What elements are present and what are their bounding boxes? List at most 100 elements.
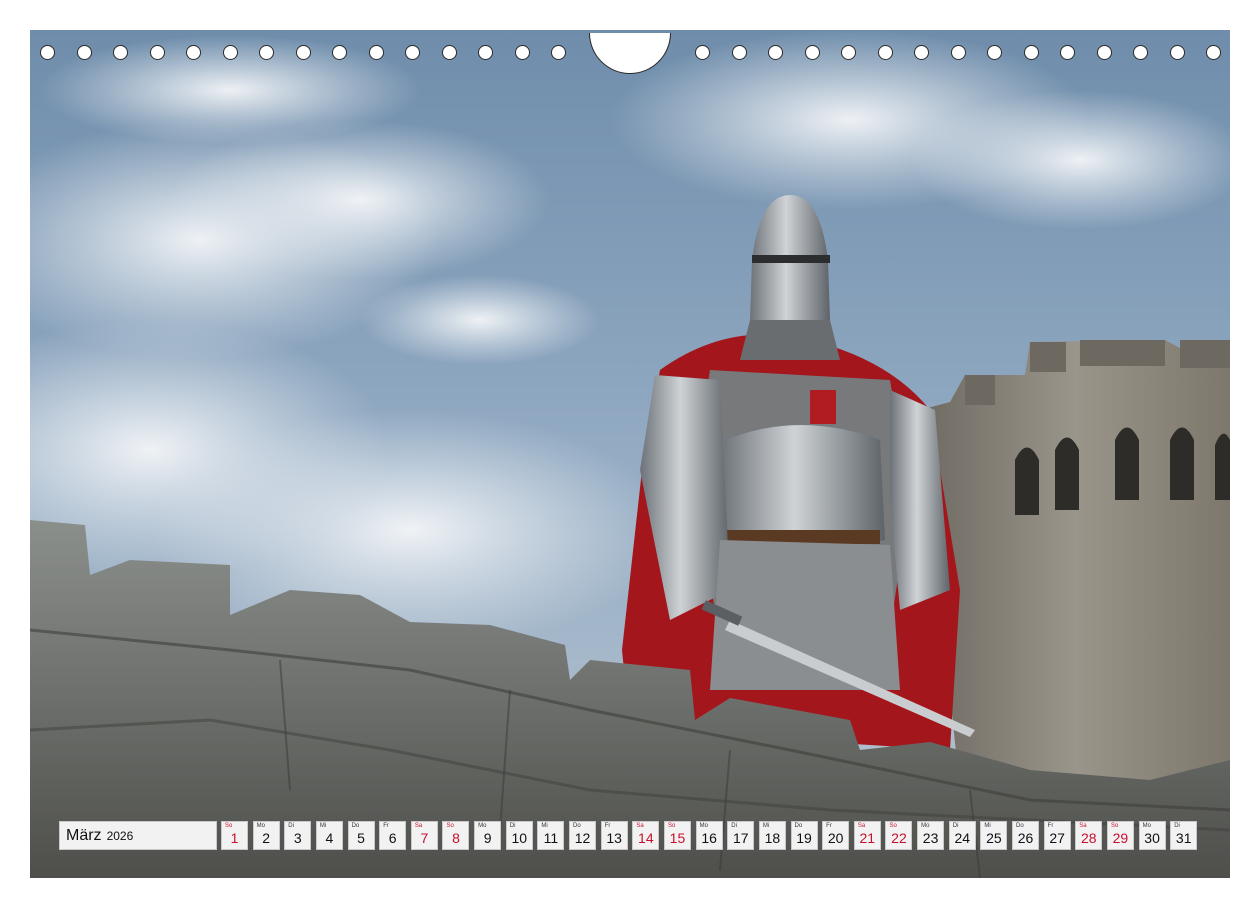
- day-number: 10: [511, 830, 528, 846]
- weekday-abbrev: Di: [509, 823, 516, 829]
- day-number: 24: [954, 830, 971, 846]
- weekday-abbrev: Fr: [826, 823, 832, 829]
- hanger-cutout: [589, 33, 671, 74]
- binding-hole: [1096, 45, 1112, 60]
- weekday-abbrev: Mo: [699, 823, 708, 829]
- weekday-abbrev: Fr: [1047, 823, 1054, 829]
- binding-hole: [987, 45, 1002, 60]
- weekday-abbrev: Sa: [1079, 823, 1087, 829]
- weekday-abbrev: Di: [288, 823, 294, 829]
- binding-hole: [1060, 45, 1075, 60]
- day-cell: Do 19: [790, 821, 818, 850]
- day-cell: Mo 2: [252, 821, 280, 850]
- day-cell: So 29: [1106, 821, 1134, 850]
- day-cell: Fr 6: [379, 821, 407, 850]
- weekday-abbrev: Mo: [1142, 823, 1151, 829]
- day-number: 21: [859, 830, 876, 846]
- binding-hole: [841, 45, 856, 60]
- day-cell: Fr 20: [822, 821, 850, 850]
- day-cell: Fr 27: [1043, 821, 1071, 850]
- day-cell: Mo 9: [474, 821, 502, 850]
- month-year: 2026: [106, 828, 134, 843]
- weekday-abbrev: Mi: [984, 823, 991, 829]
- day-cell: Sa 21: [853, 821, 881, 850]
- binding-hole: [551, 45, 566, 60]
- weekday-abbrev: Fr: [604, 823, 611, 829]
- day-number: 29: [1112, 830, 1129, 846]
- weekday-abbrev: Mi: [541, 823, 548, 829]
- day-cell: Mo 16: [695, 821, 723, 850]
- binding-hole: [405, 45, 420, 60]
- day-cell: Mo 30: [1138, 821, 1166, 850]
- weekday-abbrev: Do: [1016, 823, 1024, 829]
- weekday-abbrev: So: [1110, 823, 1119, 829]
- binding-hole: [295, 45, 311, 60]
- binding-hole: [950, 45, 966, 60]
- day-number: 14: [638, 830, 654, 846]
- weekday-abbrev: Di: [731, 823, 737, 829]
- binding-hole: [149, 45, 165, 60]
- day-number: 5: [357, 830, 365, 846]
- weekday-abbrev: Mo: [478, 823, 487, 829]
- day-cell: Sa 28: [1075, 821, 1103, 850]
- day-cell: Di 24: [948, 821, 976, 850]
- day-number: 26: [1017, 830, 1034, 846]
- binding-hole: [1133, 45, 1148, 60]
- day-cell: Di 3: [284, 821, 312, 850]
- binding-hole: [914, 45, 929, 60]
- weekday-abbrev: So: [889, 823, 897, 829]
- day-cell: Do 26: [1012, 821, 1040, 850]
- binding-hole: [1206, 45, 1221, 60]
- day-number: 28: [1081, 830, 1097, 846]
- weekday-abbrev: Mo: [256, 823, 265, 829]
- day-cell: Do 12: [569, 821, 597, 850]
- day-number: 17: [732, 830, 749, 846]
- weekday-abbrev: Mi: [319, 823, 327, 829]
- weekday-abbrev: So: [225, 823, 233, 829]
- binding-hole: [768, 45, 783, 60]
- binding-hole: [1023, 45, 1039, 60]
- binding-hole: [478, 45, 493, 60]
- binding-hole: [332, 45, 347, 60]
- binding-hole: [1169, 45, 1185, 60]
- weekday-abbrev: Sa: [636, 823, 644, 829]
- day-number: 13: [606, 830, 622, 846]
- weekday-abbrev: Do: [351, 823, 360, 829]
- month-name: März: [66, 826, 102, 844]
- day-number: 25: [986, 830, 1002, 846]
- day-number: 6: [388, 830, 397, 846]
- calendar-photo: [30, 30, 1230, 878]
- day-number: 7: [420, 830, 429, 846]
- day-number: 9: [483, 830, 492, 846]
- day-cell: Mi 18: [758, 821, 786, 850]
- day-cell: Mi 11: [537, 821, 565, 850]
- day-number: 23: [922, 830, 939, 846]
- weekday-abbrev: Mi: [762, 823, 770, 829]
- binding-hole: [804, 45, 820, 60]
- day-number: 20: [827, 830, 844, 846]
- binding-hole: [731, 45, 747, 60]
- day-cell: Sa 14: [632, 821, 660, 850]
- day-cell: Mo 23: [917, 821, 945, 850]
- calendar-strip: März 2026 So 1 Mo 2 Di 3 Mi 4 Do 5 Fr 6 Sa 7 So 8 Mo 9 Di 1…: [59, 821, 1202, 850]
- binding-hole: [877, 45, 893, 60]
- day-cell: So 1: [221, 821, 248, 850]
- binding-hole: [441, 45, 457, 60]
- day-cell: Mi 25: [980, 821, 1008, 850]
- day-number: 27: [1049, 830, 1065, 846]
- weekday-abbrev: Sa: [414, 823, 423, 829]
- day-cell: So 8: [442, 821, 470, 850]
- binding-hole: [259, 45, 274, 60]
- weekday-abbrev: So: [667, 823, 676, 829]
- day-cell: Mi 4: [315, 821, 343, 850]
- day-number: 22: [891, 830, 907, 846]
- day-number: 19: [796, 830, 812, 846]
- day-cell: Do 5: [347, 821, 375, 850]
- month-label: März 2026: [59, 821, 217, 850]
- day-number: 12: [574, 830, 591, 846]
- day-number: 1: [230, 830, 239, 846]
- day-cell: So 15: [663, 821, 691, 850]
- binding-hole: [186, 45, 201, 60]
- weekday-abbrev: Di: [1174, 823, 1180, 829]
- binding-hole: [40, 45, 55, 60]
